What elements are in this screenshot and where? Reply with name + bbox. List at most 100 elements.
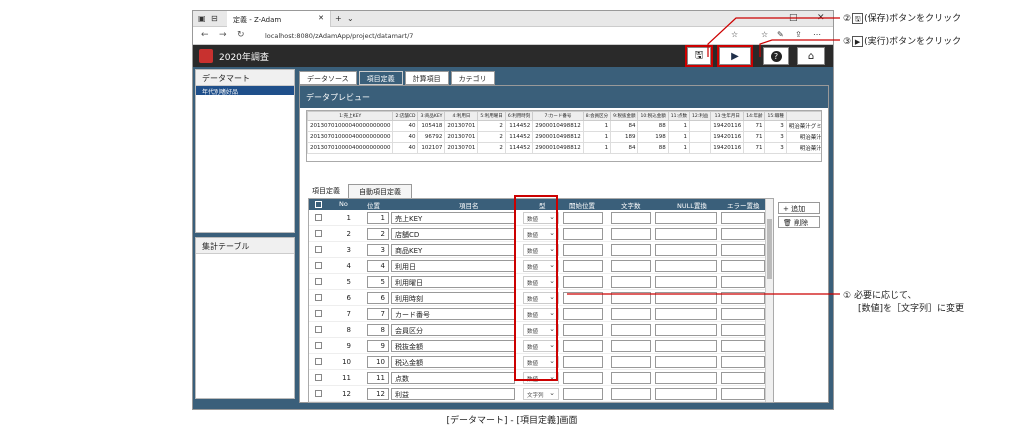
tab-category[interactable]: カテゴリ <box>450 71 495 85</box>
char-count-input[interactable] <box>611 372 651 384</box>
item-name-input[interactable]: 利用曜日 <box>391 276 515 288</box>
row-checkbox[interactable] <box>315 246 322 253</box>
start-position-input[interactable] <box>563 356 603 368</box>
item-name-input[interactable]: 利益 <box>391 388 515 400</box>
add-row-button[interactable]: + 追加 <box>778 202 820 214</box>
char-count-input[interactable] <box>611 388 651 400</box>
position-input[interactable]: 3 <box>367 244 389 256</box>
row-checkbox[interactable] <box>315 326 322 333</box>
null-replace-input[interactable] <box>655 292 717 304</box>
error-replace-input[interactable] <box>721 372 765 384</box>
row-checkbox[interactable] <box>315 310 322 317</box>
null-replace-input[interactable] <box>655 228 717 240</box>
start-position-input[interactable] <box>563 308 603 320</box>
position-input[interactable]: 4 <box>367 260 389 272</box>
refresh-icon[interactable]: ↻ <box>237 30 245 40</box>
row-checkbox[interactable] <box>315 358 322 365</box>
delete-row-button[interactable]: 🗑 削除 <box>778 216 820 228</box>
error-replace-input[interactable] <box>721 292 765 304</box>
position-input[interactable]: 10 <box>367 356 389 368</box>
position-input[interactable]: 11 <box>367 372 389 384</box>
null-replace-input[interactable] <box>655 212 717 224</box>
error-replace-input[interactable] <box>721 356 765 368</box>
home-button[interactable]: ⌂ <box>797 47 825 65</box>
grid-scrollbar[interactable] <box>765 199 773 402</box>
error-replace-input[interactable] <box>721 244 765 256</box>
error-replace-input[interactable] <box>721 276 765 288</box>
grid-scroll-thumb[interactable] <box>767 219 772 279</box>
more-icon[interactable]: ⋯ <box>813 30 821 39</box>
start-position-input[interactable] <box>563 388 603 400</box>
null-replace-input[interactable] <box>655 356 717 368</box>
start-position-input[interactable] <box>563 260 603 272</box>
error-replace-input[interactable] <box>721 324 765 336</box>
error-replace-input[interactable] <box>721 260 765 272</box>
run-button[interactable]: ▶ <box>717 45 753 67</box>
null-replace-input[interactable] <box>655 276 717 288</box>
char-count-input[interactable] <box>611 244 651 256</box>
position-input[interactable]: 7 <box>367 308 389 320</box>
start-position-input[interactable] <box>563 324 603 336</box>
start-position-input[interactable] <box>563 276 603 288</box>
pen-icon[interactable]: ✎ <box>777 30 784 39</box>
position-input[interactable]: 9 <box>367 340 389 352</box>
new-tab-icon[interactable]: + <box>335 14 342 23</box>
start-position-input[interactable] <box>563 212 603 224</box>
row-checkbox[interactable] <box>315 390 322 397</box>
tab-item-definition[interactable]: 項目定義 <box>358 71 403 85</box>
tab-back-icon[interactable]: ⊟ <box>211 14 218 23</box>
start-position-input[interactable] <box>563 244 603 256</box>
char-count-input[interactable] <box>611 212 651 224</box>
maximize-icon[interactable]: □ <box>789 13 798 23</box>
close-window-icon[interactable]: ✕ <box>817 13 825 23</box>
null-replace-input[interactable] <box>655 244 717 256</box>
type-select[interactable]: 文字列 ⌄ <box>523 388 559 400</box>
item-name-input[interactable]: 利用日 <box>391 260 515 272</box>
item-name-input[interactable]: 点数 <box>391 372 515 384</box>
tab-datasource[interactable]: データソース <box>299 71 357 85</box>
char-count-input[interactable] <box>611 228 651 240</box>
row-checkbox[interactable] <box>315 230 322 237</box>
null-replace-input[interactable] <box>655 340 717 352</box>
start-position-input[interactable] <box>563 292 603 304</box>
null-replace-input[interactable] <box>655 372 717 384</box>
item-name-input[interactable]: 売上KEY <box>391 212 515 224</box>
tab-list-icon[interactable]: ⌄ <box>347 14 354 23</box>
error-replace-input[interactable] <box>721 388 765 400</box>
null-replace-input[interactable] <box>655 324 717 336</box>
char-count-input[interactable] <box>611 308 651 320</box>
row-checkbox[interactable] <box>315 278 322 285</box>
position-input[interactable]: 2 <box>367 228 389 240</box>
row-checkbox[interactable] <box>315 262 322 269</box>
char-count-input[interactable] <box>611 324 651 336</box>
item-name-input[interactable]: カード番号 <box>391 308 515 320</box>
item-name-input[interactable]: 店舗CD <box>391 228 515 240</box>
char-count-input[interactable] <box>611 340 651 352</box>
row-checkbox[interactable] <box>315 294 322 301</box>
item-name-input[interactable]: 会員区分 <box>391 324 515 336</box>
close-tab-icon[interactable]: ✕ <box>318 14 324 22</box>
select-all-checkbox[interactable] <box>315 201 322 208</box>
url-input[interactable]: localhost:8080/zAdamApp/project/datamart… <box>261 30 681 42</box>
char-count-input[interactable] <box>611 276 651 288</box>
error-replace-input[interactable] <box>721 340 765 352</box>
char-count-input[interactable] <box>611 356 651 368</box>
back-icon[interactable]: ← <box>201 30 209 40</box>
row-checkbox[interactable] <box>315 214 322 221</box>
favorites-list-icon[interactable]: ☆ <box>761 30 768 39</box>
error-replace-input[interactable] <box>721 308 765 320</box>
position-input[interactable]: 6 <box>367 292 389 304</box>
row-checkbox[interactable] <box>315 374 322 381</box>
null-replace-input[interactable] <box>655 308 717 320</box>
position-input[interactable]: 8 <box>367 324 389 336</box>
item-name-input[interactable]: 利用時刻 <box>391 292 515 304</box>
tab-calculated-items[interactable]: 計算項目 <box>404 71 449 85</box>
position-input[interactable]: 1 <box>367 212 389 224</box>
tab-actions-icon[interactable]: ▣ <box>198 14 206 23</box>
error-replace-input[interactable] <box>721 228 765 240</box>
item-name-input[interactable]: 税込金額 <box>391 356 515 368</box>
help-button[interactable]: ? <box>763 47 789 65</box>
null-replace-input[interactable] <box>655 260 717 272</box>
char-count-input[interactable] <box>611 260 651 272</box>
row-checkbox[interactable] <box>315 342 322 349</box>
